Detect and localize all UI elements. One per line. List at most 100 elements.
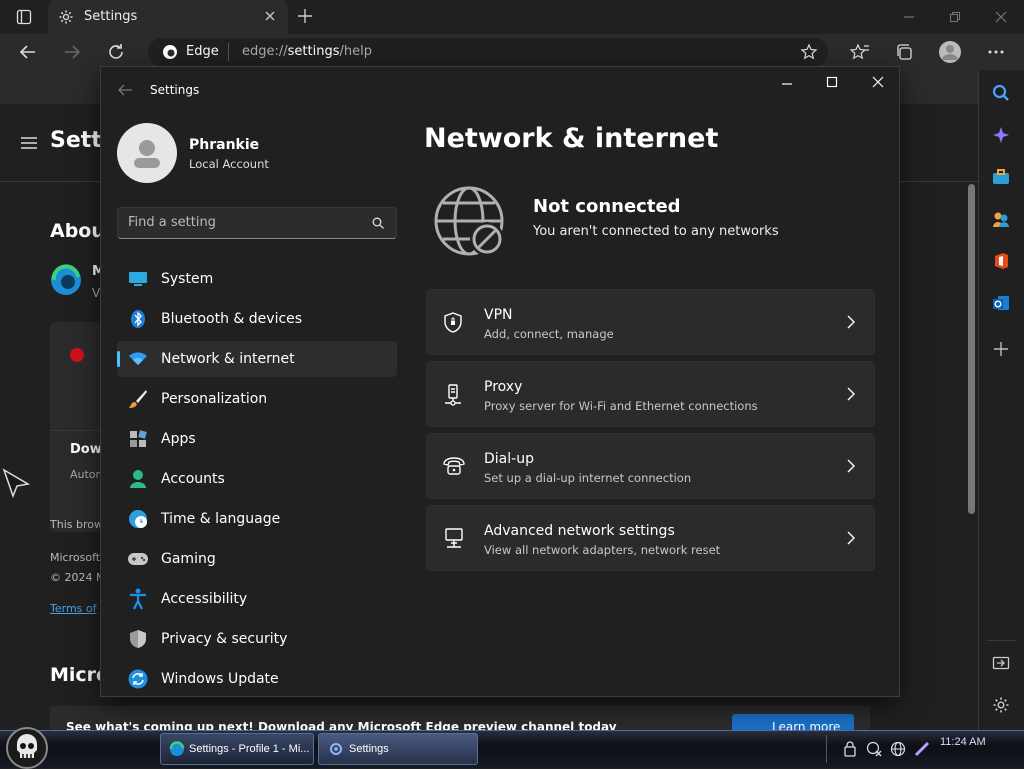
profile-avatar[interactable] [938, 40, 962, 64]
find-setting-placeholder: Find a setting [128, 215, 216, 230]
edge-product-icon [50, 264, 82, 296]
settings-back-icon[interactable] [117, 83, 133, 97]
chevron-right-icon [846, 459, 856, 473]
nav-item-network[interactable]: Network & internet [117, 341, 397, 377]
tray-divider [826, 735, 827, 763]
update-status-dot [70, 348, 84, 362]
user-avatar[interactable] [117, 123, 177, 183]
nav-label: Accessibility [161, 591, 248, 607]
card-title: Advanced network settings [484, 523, 675, 539]
card-subtitle: Set up a dial-up internet connection [484, 471, 692, 485]
preview-banner: See what's coming up next! Download any … [50, 706, 870, 730]
globe-disconnected-icon [433, 185, 509, 261]
page-title: Network & internet [424, 123, 719, 154]
url-prefix: edge:// [242, 44, 288, 59]
page-scrollbar[interactable] [968, 184, 975, 514]
bluetooth-icon [127, 308, 149, 330]
preview-banner-text: See what's coming up next! Download any … [66, 720, 617, 730]
find-setting-input[interactable]: Find a setting [117, 207, 397, 239]
favorite-star-icon[interactable] [800, 43, 818, 61]
nav-item-time-language[interactable]: Time & language [117, 501, 397, 537]
nav-label: Gaming [161, 551, 216, 567]
people-icon[interactable] [992, 210, 1010, 228]
settings-gear-icon [329, 742, 343, 756]
tray-network-disconnected-icon[interactable] [866, 741, 882, 757]
terms-link[interactable]: Terms of [50, 602, 97, 615]
tools-icon[interactable] [992, 168, 1010, 186]
browser-tab-settings[interactable]: Settings [48, 0, 288, 34]
tray-security-icon[interactable] [842, 741, 858, 757]
chevron-right-icon [846, 315, 856, 329]
settings-minimize-icon[interactable] [780, 77, 794, 91]
copyright-line: © 2024 M [50, 571, 106, 584]
start-skull-button[interactable] [4, 727, 50, 769]
nav-item-accessibility[interactable]: Accessibility [117, 581, 397, 617]
taskbar: Settings - Profile 1 - Mi... Settings 11… [0, 727, 1024, 769]
refresh-icon[interactable] [106, 42, 126, 62]
nav-item-apps[interactable]: Apps [117, 421, 397, 457]
copilot-sparkle-icon[interactable] [992, 126, 1010, 144]
outlook-icon[interactable] [992, 294, 1010, 312]
nav-label: Windows Update [161, 671, 279, 687]
url-suffix: /help [339, 44, 372, 59]
nav-item-bluetooth[interactable]: Bluetooth & devices [117, 301, 397, 337]
search-icon[interactable] [992, 84, 1010, 102]
hamburger-menu-icon[interactable] [20, 136, 38, 150]
connection-status-sub: You aren't connected to any networks [533, 224, 779, 239]
back-icon[interactable] [18, 42, 38, 62]
proxy-card[interactable]: Proxy Proxy server for Wi-Fi and Etherne… [426, 361, 875, 427]
tab-title: Settings [84, 9, 138, 24]
close-window-icon[interactable] [994, 10, 1008, 24]
address-field[interactable]: Edge edge://settings/help [148, 38, 828, 66]
nav-label: Network & internet [161, 351, 295, 367]
nav-item-personalization[interactable]: Personalization [117, 381, 397, 417]
restore-icon[interactable] [948, 10, 962, 24]
hide-sidebar-icon[interactable] [992, 654, 1010, 672]
taskbar-clock[interactable]: 11:24 AM [940, 736, 986, 748]
nav-label: Accounts [161, 471, 225, 487]
mouse-cursor-icon [2, 468, 32, 498]
nav-item-system[interactable]: System [117, 261, 397, 297]
tray-globe-icon[interactable] [890, 741, 906, 757]
add-sidebar-icon[interactable] [992, 340, 1010, 358]
settings-window: Settings Phrankie Local Account Find a s… [100, 66, 900, 697]
favorites-icon[interactable] [850, 42, 870, 62]
sidebar-divider [987, 640, 1017, 641]
chevron-right-icon [846, 387, 856, 401]
tray-pen-icon[interactable] [914, 741, 930, 757]
settings-gear-icon [58, 9, 74, 25]
nav-item-windows-update[interactable]: Windows Update [117, 661, 397, 697]
nav-item-accounts[interactable]: Accounts [117, 461, 397, 497]
settings-window-title: Settings [150, 83, 200, 97]
minimize-icon[interactable] [902, 10, 916, 24]
product-version: V [92, 286, 101, 300]
about-heading: Abou [50, 220, 105, 242]
edge-brand-label: Edge [186, 44, 219, 59]
office-icon[interactable] [992, 252, 1010, 270]
nav-label: Bluetooth & devices [161, 311, 303, 327]
dialup-card[interactable]: Dial-up Set up a dial-up internet connec… [426, 433, 875, 499]
vpn-card[interactable]: VPN Add, connect, manage [426, 289, 875, 355]
globe-clock-icon [127, 508, 149, 530]
sidebar-settings-icon[interactable] [992, 696, 1010, 714]
settings-maximize-icon[interactable] [825, 75, 839, 89]
new-tab-icon[interactable] [296, 7, 314, 25]
learn-more-button[interactable]: Learn more [732, 714, 854, 730]
nav-item-gaming[interactable]: Gaming [117, 541, 397, 577]
address-divider [228, 43, 229, 61]
advanced-network-card[interactable]: Advanced network settings View all netwo… [426, 505, 875, 571]
close-tab-icon[interactable] [264, 10, 276, 22]
collections-icon[interactable] [894, 42, 914, 62]
taskbar-item-edge-settings[interactable]: Settings - Profile 1 - Mi... [160, 733, 314, 765]
wifi-icon [127, 348, 149, 370]
gamepad-icon [127, 548, 149, 570]
brush-icon [127, 388, 149, 410]
forward-icon[interactable] [62, 42, 82, 62]
tab-actions-icon[interactable] [12, 6, 36, 28]
nav-item-privacy[interactable]: Privacy & security [117, 621, 397, 657]
more-menu-icon[interactable] [986, 42, 1006, 62]
card-subtitle: Proxy server for Wi-Fi and Ethernet conn… [484, 399, 758, 413]
settings-close-icon[interactable] [871, 75, 885, 89]
card-subtitle: Add, connect, manage [484, 327, 614, 341]
taskbar-item-settings[interactable]: Settings [318, 733, 478, 765]
